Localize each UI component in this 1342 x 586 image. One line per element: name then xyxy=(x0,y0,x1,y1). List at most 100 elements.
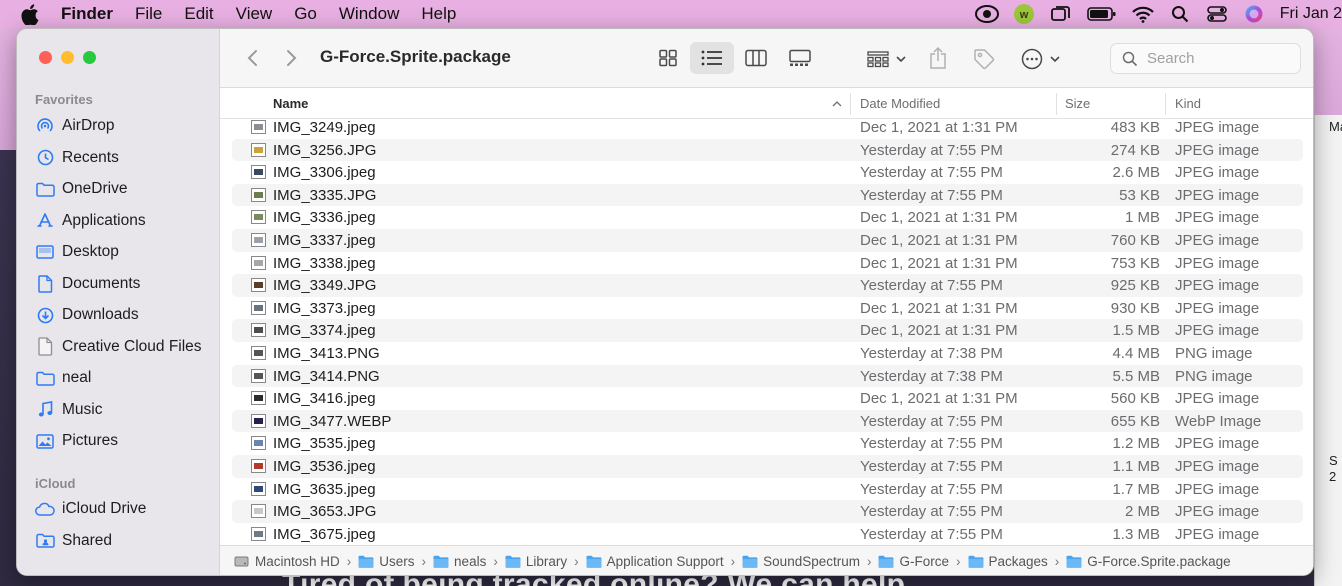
sidebar-item-onedrive[interactable]: OneDrive xyxy=(35,176,127,202)
table-row[interactable]: IMG_3336.jpeg Dec 1, 2021 at 1:31 PM 1 MB J… xyxy=(232,206,1303,229)
path-crumb[interactable]: Packages xyxy=(968,554,1048,569)
path-crumb[interactable]: G-Force xyxy=(878,554,949,569)
gallery-view-button[interactable] xyxy=(778,42,822,74)
icon-view-button[interactable] xyxy=(646,42,690,74)
list-view-button[interactable] xyxy=(690,42,734,74)
column-header-date-modified[interactable]: Date Modified xyxy=(860,96,940,111)
column-header-size[interactable]: Size xyxy=(1065,96,1090,111)
spotlight-search-icon[interactable] xyxy=(1168,4,1192,24)
table-row[interactable]: IMG_3653.JPG Yesterday at 7:55 PM 2 MB JPEG… xyxy=(232,500,1303,523)
wifi-icon[interactable] xyxy=(1131,4,1155,24)
tags-button[interactable] xyxy=(970,45,998,73)
column-divider[interactable] xyxy=(1165,93,1166,115)
menu-clock[interactable]: Fri Jan 2 xyxy=(1280,5,1342,23)
table-row[interactable]: IMG_3373.jpeg Dec 1, 2021 at 1:31 PM 930 K… xyxy=(232,297,1303,320)
path-crumb[interactable]: G-Force.Sprite.package xyxy=(1066,554,1231,569)
path-crumb[interactable]: Application Support xyxy=(586,554,724,569)
file-date-modified: Yesterday at 7:55 PM xyxy=(860,277,1003,295)
path-crumb[interactable]: Macintosh HD xyxy=(234,554,340,569)
table-row[interactable]: IMG_3374.jpeg Dec 1, 2021 at 1:31 PM 1.5 M… xyxy=(232,319,1303,342)
path-crumb-label: Macintosh HD xyxy=(255,554,340,569)
image-thumbnail-icon xyxy=(251,142,266,157)
path-bar: Macintosh HD › Users › neals › Library › Applica… xyxy=(220,545,1313,575)
zoom-window-button[interactable] xyxy=(83,51,96,64)
search-field[interactable] xyxy=(1110,43,1301,74)
file-size: 1.5 MB xyxy=(1112,322,1160,340)
table-row[interactable]: IMG_3349.JPG Yesterday at 7:55 PM 925 KB JP… xyxy=(232,274,1303,297)
file-name: IMG_3373.jpeg xyxy=(273,299,376,317)
path-crumb[interactable]: SoundSpectrum xyxy=(742,554,860,569)
table-row[interactable]: IMG_3337.jpeg Dec 1, 2021 at 1:31 PM 760 K… xyxy=(232,229,1303,252)
path-crumb[interactable]: Library xyxy=(505,554,567,569)
table-row[interactable]: IMG_3306.jpeg Yesterday at 7:55 PM 2.6 MB J… xyxy=(232,161,1303,184)
path-crumb[interactable]: Users xyxy=(358,554,415,569)
sidebar-item-documents[interactable]: Documents xyxy=(35,271,140,297)
sidebar-item-recents[interactable]: Recents xyxy=(35,145,119,171)
menu-go[interactable]: Go xyxy=(294,4,317,24)
menu-window[interactable]: Window xyxy=(339,4,399,24)
table-row[interactable]: IMG_3414.PNG Yesterday at 7:38 PM 5.5 MB PN… xyxy=(232,364,1303,388)
file-name: IMG_3536.jpeg xyxy=(273,458,376,475)
image-thumbnail-icon xyxy=(251,504,266,519)
table-row[interactable]: IMG_3338.jpeg Dec 1, 2021 at 1:31 PM 753 K… xyxy=(232,252,1303,275)
column-header-kind[interactable]: Kind xyxy=(1175,96,1201,111)
file-size: 1 MB xyxy=(1124,209,1160,227)
menu-help[interactable]: Help xyxy=(421,4,456,24)
share-icon xyxy=(930,46,946,69)
share-button[interactable] xyxy=(926,43,950,73)
background-window-edge: Ma S 2 xyxy=(1314,115,1342,586)
more-actions-button[interactable] xyxy=(1018,45,1064,73)
sidebar-item-neal[interactable]: neal xyxy=(35,365,91,391)
sidebar-item-shared[interactable]: Shared xyxy=(35,528,112,554)
table-row[interactable]: IMG_3477.WEBP Yesterday at 7:55 PM 655 KB W… xyxy=(232,409,1303,433)
sidebar-item-pictures[interactable]: Pictures xyxy=(35,428,118,454)
table-row[interactable]: IMG_3249.jpeg Dec 1, 2021 at 1:31 PM 483 K… xyxy=(232,116,1303,139)
path-separator-icon: › xyxy=(421,554,427,569)
column-divider[interactable] xyxy=(850,93,851,115)
table-row[interactable]: IMG_3335.JPG Yesterday at 7:55 PM 53 KB JPE… xyxy=(232,183,1303,207)
image-thumbnail-icon xyxy=(251,255,266,270)
close-window-button[interactable] xyxy=(39,51,52,64)
table-row[interactable]: IMG_3256.JPG Yesterday at 7:55 PM 274 KB JP… xyxy=(232,138,1303,162)
table-row[interactable]: IMG_3675.jpeg Yesterday at 7:55 PM 1.3 MB J… xyxy=(232,523,1303,544)
menu-edit[interactable]: Edit xyxy=(184,4,213,24)
w-app-icon[interactable]: w xyxy=(1012,4,1036,24)
minimize-window-button[interactable] xyxy=(61,51,74,64)
sort-ascending-icon[interactable] xyxy=(832,100,842,107)
file-name: IMG_3306.jpeg xyxy=(273,164,376,182)
sidebar-item-label: Applications xyxy=(62,211,146,229)
sidebar-item-downloads[interactable]: Downloads xyxy=(35,302,139,328)
sidebar-item-airdrop[interactable]: AirDrop xyxy=(35,113,115,139)
menu-file[interactable]: File xyxy=(135,4,162,24)
battery-icon[interactable] xyxy=(1086,4,1118,24)
siri-icon[interactable] xyxy=(1242,4,1266,24)
sidebar-item-desktop[interactable]: Desktop xyxy=(35,239,119,265)
path-crumb-label: SoundSpectrum xyxy=(763,554,860,569)
table-row[interactable]: IMG_3635.jpeg Yesterday at 7:55 PM 1.7 MB J… xyxy=(232,478,1303,501)
sidebar-item-icloud-drive[interactable]: iCloud Drive xyxy=(35,496,146,522)
control-center-icon[interactable] xyxy=(1205,4,1229,24)
path-crumb[interactable]: neals xyxy=(433,554,486,569)
group-by-button[interactable] xyxy=(864,46,910,72)
sidebar-item-creative-cloud-files[interactable]: Creative Cloud Files xyxy=(35,334,202,360)
table-row[interactable]: IMG_3535.jpeg Yesterday at 7:55 PM 1.2 MB J… xyxy=(232,432,1303,455)
menu-view[interactable]: View xyxy=(236,4,273,24)
vpn-shield-icon[interactable] xyxy=(974,4,999,24)
column-divider[interactable] xyxy=(1056,93,1057,115)
apple-icon[interactable] xyxy=(21,3,41,25)
column-header-name[interactable]: Name xyxy=(273,96,308,111)
search-input[interactable] xyxy=(1147,50,1287,67)
table-row[interactable]: IMG_3416.jpeg Dec 1, 2021 at 1:31 PM 560 K… xyxy=(232,387,1303,410)
file-name: IMG_3416.jpeg xyxy=(273,390,376,408)
table-row[interactable]: IMG_3413.PNG Yesterday at 7:38 PM 4.4 MB PN… xyxy=(232,342,1303,365)
back-button[interactable] xyxy=(242,47,262,69)
sidebar-item-applications[interactable]: Applications xyxy=(35,208,146,234)
table-row[interactable]: IMG_3536.jpeg Yesterday at 7:55 PM 1.1 MB J… xyxy=(232,455,1303,478)
forward-button[interactable] xyxy=(282,47,302,69)
menu-app-finder[interactable]: Finder xyxy=(61,4,113,24)
file-size: 4.4 MB xyxy=(1112,345,1160,362)
background-window-text: S xyxy=(1329,453,1338,468)
window-switcher-icon[interactable] xyxy=(1049,4,1073,24)
column-view-button[interactable] xyxy=(734,42,778,74)
sidebar-item-music[interactable]: Music xyxy=(35,397,102,423)
